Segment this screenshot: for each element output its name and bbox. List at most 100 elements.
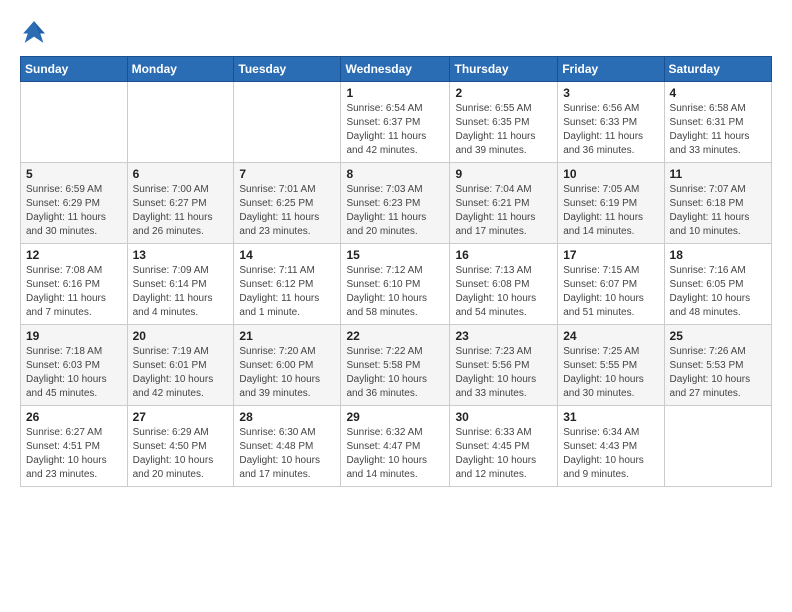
- day-info: Sunrise: 7:13 AM Sunset: 6:08 PM Dayligh…: [455, 264, 552, 320]
- day-info: Sunrise: 7:01 AM Sunset: 6:25 PM Dayligh…: [239, 183, 335, 239]
- day-number: 26: [26, 410, 122, 424]
- day-number: 14: [239, 248, 335, 262]
- weekday-header-saturday: Saturday: [664, 57, 771, 82]
- calendar-cell: 2Sunrise: 6:55 AM Sunset: 6:35 PM Daylig…: [450, 82, 558, 163]
- calendar-week-row: 1 Sunrise: 6:54 AM Sunset: 6:37 PM Daylig…: [21, 82, 772, 163]
- calendar-cell: 6Sunrise: 7:00 AM Sunset: 6:27 PM Daylig…: [127, 163, 234, 244]
- weekday-header-monday: Monday: [127, 57, 234, 82]
- calendar-cell: 29Sunrise: 6:32 AM Sunset: 4:47 PM Dayli…: [341, 406, 450, 487]
- weekday-header-wednesday: Wednesday: [341, 57, 450, 82]
- logo: [20, 18, 52, 46]
- calendar-cell: 22 Sunrise: 7:22 AM Sunset: 5:58 PM Dayli…: [341, 325, 450, 406]
- calendar-cell: 1 Sunrise: 6:54 AM Sunset: 6:37 PM Daylig…: [341, 82, 450, 163]
- calendar-cell: 7 Sunrise: 7:01 AM Sunset: 6:25 PM Daylig…: [234, 163, 341, 244]
- day-info: Sunrise: 7:19 AM Sunset: 6:01 PM Dayligh…: [133, 345, 229, 401]
- day-number: 21: [239, 329, 335, 343]
- calendar-cell: 27 Sunrise: 6:29 AM Sunset: 4:50 PM Dayli…: [127, 406, 234, 487]
- calendar-header-row: SundayMondayTuesdayWednesdayThursdayFrid…: [21, 57, 772, 82]
- day-info: Sunrise: 7:22 AM Sunset: 5:58 PM Dayligh…: [346, 345, 444, 401]
- day-info: Sunrise: 7:00 AM Sunset: 6:27 PM Dayligh…: [133, 183, 229, 239]
- day-info: Sunrise: 6:27 AM Sunset: 4:51 PM Dayligh…: [26, 426, 122, 482]
- day-info: Sunrise: 7:05 AM Sunset: 6:19 PM Dayligh…: [563, 183, 658, 239]
- day-info: Sunrise: 7:23 AM Sunset: 5:56 PM Dayligh…: [455, 345, 552, 401]
- day-number: 30: [455, 410, 552, 424]
- calendar-cell: 21 Sunrise: 7:20 AM Sunset: 6:00 PM Dayli…: [234, 325, 341, 406]
- day-info: Sunrise: 6:56 AM Sunset: 6:33 PM Dayligh…: [563, 102, 658, 158]
- weekday-header-thursday: Thursday: [450, 57, 558, 82]
- day-info: Sunrise: 7:03 AM Sunset: 6:23 PM Dayligh…: [346, 183, 444, 239]
- day-info: Sunrise: 7:25 AM Sunset: 5:55 PM Dayligh…: [563, 345, 658, 401]
- day-info: Sunrise: 6:59 AM Sunset: 6:29 PM Dayligh…: [26, 183, 122, 239]
- day-info: Sunrise: 6:30 AM Sunset: 4:48 PM Dayligh…: [239, 426, 335, 482]
- calendar-cell: [21, 82, 128, 163]
- calendar-cell: 3 Sunrise: 6:56 AM Sunset: 6:33 PM Daylig…: [558, 82, 664, 163]
- day-number: 12: [26, 248, 122, 262]
- day-number: 1: [346, 86, 444, 100]
- day-info: Sunrise: 7:09 AM Sunset: 6:14 PM Dayligh…: [133, 264, 229, 320]
- calendar-cell: 12Sunrise: 7:08 AM Sunset: 6:16 PM Dayli…: [21, 244, 128, 325]
- calendar-cell: [234, 82, 341, 163]
- day-info: Sunrise: 7:26 AM Sunset: 5:53 PM Dayligh…: [670, 345, 766, 401]
- day-info: Sunrise: 6:32 AM Sunset: 4:47 PM Dayligh…: [346, 426, 444, 482]
- calendar-cell: 26 Sunrise: 6:27 AM Sunset: 4:51 PM Dayli…: [21, 406, 128, 487]
- day-number: 15: [346, 248, 444, 262]
- day-info: Sunrise: 7:12 AM Sunset: 6:10 PM Dayligh…: [346, 264, 444, 320]
- day-info: Sunrise: 6:55 AM Sunset: 6:35 PM Dayligh…: [455, 102, 552, 158]
- day-info: Sunrise: 6:29 AM Sunset: 4:50 PM Dayligh…: [133, 426, 229, 482]
- logo-icon: [20, 18, 48, 46]
- day-info: Sunrise: 6:34 AM Sunset: 4:43 PM Dayligh…: [563, 426, 658, 482]
- calendar-cell: 10Sunrise: 7:05 AM Sunset: 6:19 PM Dayli…: [558, 163, 664, 244]
- calendar-week-row: 12Sunrise: 7:08 AM Sunset: 6:16 PM Dayli…: [21, 244, 772, 325]
- day-info: Sunrise: 7:04 AM Sunset: 6:21 PM Dayligh…: [455, 183, 552, 239]
- day-number: 22: [346, 329, 444, 343]
- day-number: 28: [239, 410, 335, 424]
- day-number: 19: [26, 329, 122, 343]
- day-number: 23: [455, 329, 552, 343]
- calendar-cell: 18Sunrise: 7:16 AM Sunset: 6:05 PM Dayli…: [664, 244, 771, 325]
- day-number: 17: [563, 248, 658, 262]
- day-info: Sunrise: 7:15 AM Sunset: 6:07 PM Dayligh…: [563, 264, 658, 320]
- calendar-table: SundayMondayTuesdayWednesdayThursdayFrid…: [20, 56, 772, 487]
- day-info: Sunrise: 7:11 AM Sunset: 6:12 PM Dayligh…: [239, 264, 335, 320]
- day-number: 27: [133, 410, 229, 424]
- calendar-cell: 14 Sunrise: 7:11 AM Sunset: 6:12 PM Dayli…: [234, 244, 341, 325]
- calendar-cell: 9Sunrise: 7:04 AM Sunset: 6:21 PM Daylig…: [450, 163, 558, 244]
- day-number: 31: [563, 410, 658, 424]
- day-info: Sunrise: 7:18 AM Sunset: 6:03 PM Dayligh…: [26, 345, 122, 401]
- calendar-week-row: 26 Sunrise: 6:27 AM Sunset: 4:51 PM Dayli…: [21, 406, 772, 487]
- calendar-cell: 25 Sunrise: 7:26 AM Sunset: 5:53 PM Dayli…: [664, 325, 771, 406]
- day-number: 7: [239, 167, 335, 181]
- calendar-cell: 5Sunrise: 6:59 AM Sunset: 6:29 PM Daylig…: [21, 163, 128, 244]
- calendar-cell: 4Sunrise: 6:58 AM Sunset: 6:31 PM Daylig…: [664, 82, 771, 163]
- calendar-cell: 24Sunrise: 7:25 AM Sunset: 5:55 PM Dayli…: [558, 325, 664, 406]
- calendar-cell: 16 Sunrise: 7:13 AM Sunset: 6:08 PM Dayli…: [450, 244, 558, 325]
- day-number: 20: [133, 329, 229, 343]
- day-number: 25: [670, 329, 766, 343]
- calendar-cell: 31 Sunrise: 6:34 AM Sunset: 4:43 PM Dayli…: [558, 406, 664, 487]
- day-info: Sunrise: 6:33 AM Sunset: 4:45 PM Dayligh…: [455, 426, 552, 482]
- calendar-cell: 8Sunrise: 7:03 AM Sunset: 6:23 PM Daylig…: [341, 163, 450, 244]
- calendar-cell: [664, 406, 771, 487]
- calendar-cell: 11Sunrise: 7:07 AM Sunset: 6:18 PM Dayli…: [664, 163, 771, 244]
- day-info: Sunrise: 7:07 AM Sunset: 6:18 PM Dayligh…: [670, 183, 766, 239]
- day-info: Sunrise: 6:54 AM Sunset: 6:37 PM Dayligh…: [346, 102, 444, 158]
- calendar-cell: 15 Sunrise: 7:12 AM Sunset: 6:10 PM Dayli…: [341, 244, 450, 325]
- page: SundayMondayTuesdayWednesdayThursdayFrid…: [0, 0, 792, 505]
- calendar-cell: 20 Sunrise: 7:19 AM Sunset: 6:01 PM Dayli…: [127, 325, 234, 406]
- day-number: 13: [133, 248, 229, 262]
- weekday-header-tuesday: Tuesday: [234, 57, 341, 82]
- calendar-cell: 19 Sunrise: 7:18 AM Sunset: 6:03 PM Dayli…: [21, 325, 128, 406]
- day-info: Sunrise: 7:20 AM Sunset: 6:00 PM Dayligh…: [239, 345, 335, 401]
- calendar-cell: 13 Sunrise: 7:09 AM Sunset: 6:14 PM Dayli…: [127, 244, 234, 325]
- header: [20, 18, 772, 46]
- calendar-week-row: 19 Sunrise: 7:18 AM Sunset: 6:03 PM Dayli…: [21, 325, 772, 406]
- calendar-cell: 23 Sunrise: 7:23 AM Sunset: 5:56 PM Dayli…: [450, 325, 558, 406]
- weekday-header-friday: Friday: [558, 57, 664, 82]
- calendar-cell: 28 Sunrise: 6:30 AM Sunset: 4:48 PM Dayli…: [234, 406, 341, 487]
- day-info: Sunrise: 6:58 AM Sunset: 6:31 PM Dayligh…: [670, 102, 766, 158]
- calendar-week-row: 5Sunrise: 6:59 AM Sunset: 6:29 PM Daylig…: [21, 163, 772, 244]
- day-number: 16: [455, 248, 552, 262]
- calendar-cell: 30 Sunrise: 6:33 AM Sunset: 4:45 PM Dayli…: [450, 406, 558, 487]
- day-number: 3: [563, 86, 658, 100]
- calendar-cell: [127, 82, 234, 163]
